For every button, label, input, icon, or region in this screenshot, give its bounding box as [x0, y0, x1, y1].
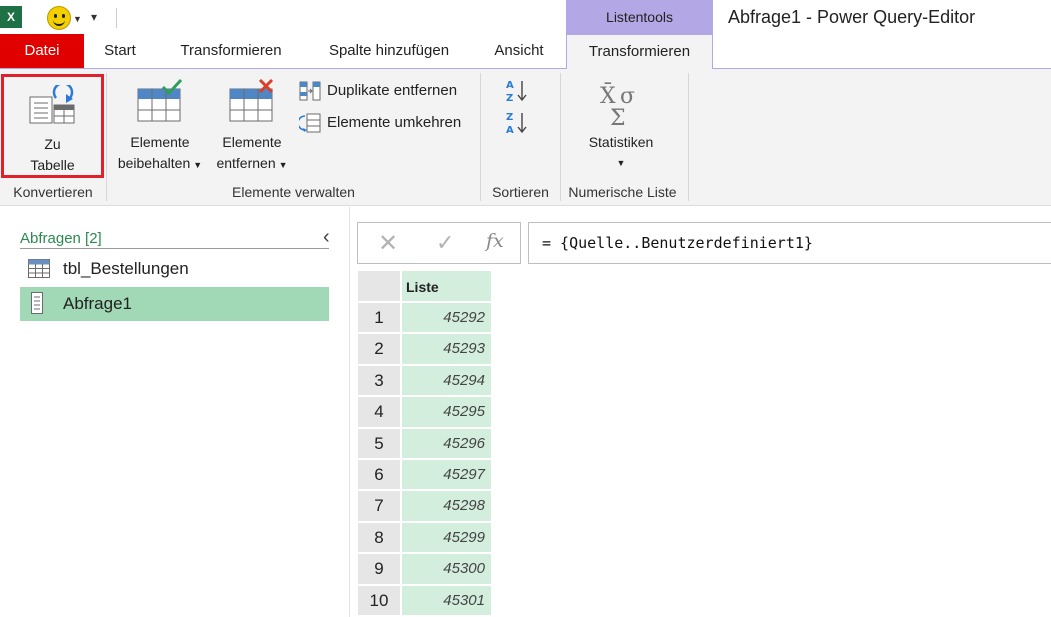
sort-ascending-icon: A Z — [506, 80, 527, 104]
row-number[interactable]: 9 — [357, 553, 401, 585]
tab-datei[interactable]: Datei — [0, 34, 84, 68]
queries-pane: Abfragen [2] ‹ tbl_Bestellungen Abfrage1 — [0, 207, 350, 617]
svg-text:Z: Z — [506, 93, 513, 104]
row-number[interactable]: 4 — [357, 396, 401, 428]
remove-rows-icon — [229, 79, 274, 122]
row-number[interactable]: 8 — [357, 521, 401, 554]
window-title: Abfrage1 - Power Query-Editor — [728, 7, 976, 27]
table-cell[interactable]: 45298 — [401, 490, 492, 522]
table-row: 3 45294 — [357, 364, 492, 397]
check-icon[interactable]: ✓ — [436, 230, 454, 256]
table-cell[interactable]: 45301 — [401, 584, 492, 616]
svg-text:A: A — [506, 80, 514, 91]
table-row: 7 45298 — [357, 490, 492, 522]
group-separator — [688, 73, 689, 201]
group-separator — [560, 73, 561, 201]
row-number[interactable]: 1 — [357, 302, 401, 334]
svg-text:X̄: X̄ — [600, 82, 616, 109]
tab-listentools-transformieren[interactable]: Transformieren — [566, 34, 713, 70]
cancel-icon[interactable]: ✕ — [378, 229, 398, 258]
table-cell[interactable]: 45300 — [401, 553, 492, 585]
list-icon — [31, 292, 43, 314]
tab-ansicht[interactable]: Ansicht — [472, 34, 566, 68]
group-label-konvertieren: Konvertieren — [13, 184, 93, 200]
table-cell[interactable]: 45295 — [401, 396, 492, 428]
dropdown-arrow-icon[interactable]: ▼ — [73, 14, 82, 24]
statistics-icon: X̄ σ Σ — [600, 82, 635, 127]
svg-text:Σ: Σ — [610, 106, 626, 127]
row-number[interactable]: 5 — [357, 427, 401, 459]
sort-descending-icon: Z A — [506, 112, 527, 136]
ribbon-tabs: Datei Start Transformieren Spalte hinzuf… — [0, 34, 1051, 70]
table-row: 6 45297 — [357, 459, 492, 491]
excel-icon[interactable]: X — [0, 6, 22, 28]
group-label-numerische-liste: Numerische Liste — [568, 184, 677, 200]
sort-descending-button[interactable]: Z A — [503, 109, 533, 137]
table-cell[interactable]: 45297 — [401, 459, 492, 491]
chevron-down-icon: ▼ — [193, 160, 203, 170]
elemente-entfernen-button[interactable]: Elemente entfernen ▼ — [209, 77, 295, 177]
table-cell[interactable]: 45296 — [401, 427, 492, 459]
select-all-corner[interactable] — [357, 270, 401, 302]
column-header-liste[interactable]: Liste — [401, 270, 492, 302]
group-label-elemente-verwalten: Elemente verwalten — [232, 184, 355, 200]
keep-rows-icon — [137, 79, 183, 122]
svg-text:Z: Z — [506, 112, 513, 123]
elemente-beibehalten-label: Elemente beibehalten ▼ — [117, 134, 203, 171]
elemente-beibehalten-button[interactable]: Elemente beibehalten ▼ — [112, 77, 208, 177]
row-number[interactable]: 7 — [357, 490, 401, 522]
grid-header-row: Liste — [357, 270, 492, 302]
context-tab-group-label: Listentools — [566, 0, 713, 34]
zu-tabelle-button[interactable]: Zu Tabelle — [1, 74, 104, 178]
remove-duplicates-icon — [299, 81, 321, 101]
table-row: 4 45295 — [357, 396, 492, 428]
table-icon — [28, 259, 50, 278]
elemente-entfernen-label: Elemente entfernen ▼ — [216, 134, 288, 171]
to-table-icon — [29, 85, 75, 124]
queries-header: Abfragen [2] — [20, 229, 329, 249]
query-item-abfrage1[interactable]: Abfrage1 — [20, 287, 329, 321]
table-cell[interactable]: 45293 — [401, 333, 492, 365]
formula-input[interactable]: = {Quelle..Benutzerdefiniert1} — [528, 222, 1051, 264]
group-separator — [480, 73, 481, 201]
customize-qat-icon[interactable]: ▾ — [91, 10, 97, 24]
qat-separator — [116, 8, 117, 28]
title-bar: X ▼ ▾ Listentools Abfrage1 - Power Query… — [0, 0, 1051, 36]
fx-icon[interactable]: fx — [486, 230, 504, 252]
sort-ascending-button[interactable]: A Z — [503, 77, 533, 105]
table-row: 2 45293 — [357, 333, 492, 365]
group-separator — [106, 73, 107, 201]
table-row: 5 45296 — [357, 427, 492, 459]
zu-tabelle-label: Zu Tabelle — [30, 136, 75, 173]
statistiken-button[interactable]: X̄ σ Σ Statistiken ▼ — [575, 77, 667, 177]
group-label-sortieren: Sortieren — [492, 184, 549, 200]
formula-controls: ✕ ✓ fx — [357, 222, 521, 264]
smiley-icon[interactable] — [47, 6, 71, 30]
row-number[interactable]: 6 — [357, 459, 401, 491]
tab-transformieren[interactable]: Transformieren — [156, 34, 306, 68]
ribbon: Zu Tabelle Konvertieren Elemente beibeha… — [0, 69, 1051, 206]
table-cell[interactable]: 45299 — [401, 521, 492, 554]
table-row: 10 45301 — [357, 584, 492, 616]
row-number[interactable]: 10 — [357, 584, 401, 616]
row-number[interactable]: 3 — [357, 364, 401, 397]
table-row: 1 45292 — [357, 302, 492, 334]
query-item-tbl-bestellungen[interactable]: tbl_Bestellungen — [20, 252, 329, 286]
table-row: 8 45299 — [357, 521, 492, 554]
duplikate-entfernen-button[interactable]: Duplikate entfernen — [298, 78, 457, 104]
chevron-down-icon: ▼ — [616, 158, 626, 168]
table-row: 9 45300 — [357, 553, 492, 585]
table-cell[interactable]: 45292 — [401, 302, 492, 334]
chevron-down-icon: ▼ — [278, 160, 288, 170]
tab-spalte-hinzufuegen[interactable]: Spalte hinzufügen — [306, 34, 472, 68]
svg-text:A: A — [506, 125, 514, 136]
tab-start[interactable]: Start — [84, 34, 156, 68]
statistiken-label: Statistiken ▼ — [575, 132, 667, 174]
row-number[interactable]: 2 — [357, 333, 401, 365]
reverse-rows-icon — [299, 113, 321, 133]
elemente-umkehren-button[interactable]: Elemente umkehren — [298, 110, 461, 136]
collapse-pane-icon[interactable]: ‹ — [323, 227, 330, 247]
table-cell[interactable]: 45294 — [401, 364, 492, 397]
